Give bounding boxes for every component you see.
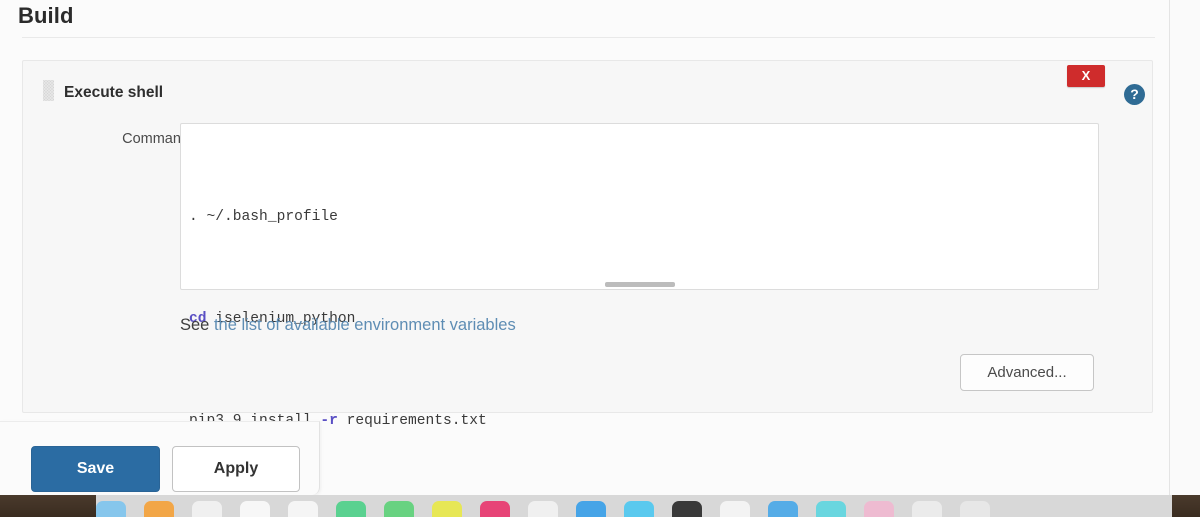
env-see-text: See: [180, 316, 214, 334]
dock-icon-6[interactable]: [384, 501, 414, 517]
delete-builder-button[interactable]: X: [1067, 65, 1105, 87]
save-button[interactable]: Save: [31, 446, 160, 492]
dock-icon-13[interactable]: [720, 501, 750, 517]
dock-icon-14[interactable]: [768, 501, 798, 517]
content-right-divider: [1169, 0, 1170, 495]
dock-icon-7[interactable]: [432, 501, 462, 517]
dock-icon-8[interactable]: [480, 501, 510, 517]
command-line-1-text: . ~/.bash_profile: [189, 209, 338, 225]
command-textarea[interactable]: . ~/.bash_profile cd iselenium_python pi…: [180, 123, 1099, 517]
execute-shell-panel: Execute shell X ? Command . ~/.bash_prof…: [22, 60, 1153, 517]
dock-icons[interactable]: [96, 501, 990, 517]
dock-icon-0[interactable]: [96, 501, 126, 517]
apply-button[interactable]: Apply: [172, 446, 300, 492]
dock-icon-15[interactable]: [816, 501, 846, 517]
macos-dock: [0, 495, 1200, 517]
jenkins-build-config-page: Build Execute shell X ? Command . ~/.bas…: [0, 0, 1200, 517]
advanced-button[interactable]: Advanced...: [960, 354, 1094, 391]
command-label: Command: [122, 131, 189, 147]
panel-header: Execute shell X ?: [23, 61, 1152, 109]
dock-icon-12[interactable]: [672, 501, 702, 517]
sticky-action-bar: Save Apply: [0, 421, 320, 495]
right-gutter: [1170, 0, 1200, 495]
page-title: Build: [18, 3, 74, 28]
dock-icon-9[interactable]: [528, 501, 558, 517]
dock-icon-2[interactable]: [192, 501, 222, 517]
dock-icon-18[interactable]: [960, 501, 990, 517]
drag-handle-icon[interactable]: [43, 80, 54, 101]
command-flag-r: -r: [320, 413, 338, 429]
help-icon[interactable]: ?: [1124, 84, 1145, 105]
command-line-3-rest: requirements.txt: [337, 413, 487, 429]
builder-title: Execute shell: [64, 84, 164, 101]
dock-icon-17[interactable]: [912, 501, 942, 517]
command-line-3: pip3.9 install -r requirements.txt: [189, 404, 1092, 438]
dock-left-edge: [0, 495, 96, 517]
dock-icon-3[interactable]: [240, 501, 270, 517]
dock-icon-5[interactable]: [336, 501, 366, 517]
dock-icon-1[interactable]: [144, 501, 174, 517]
dock-right-edge: [1172, 495, 1200, 517]
dock-icon-11[interactable]: [624, 501, 654, 517]
dock-icon-16[interactable]: [864, 501, 894, 517]
env-variables-line: See the list of available environment va…: [180, 316, 516, 335]
command-line-1: . ~/.bash_profile: [189, 200, 1092, 234]
dock-icon-4[interactable]: [288, 501, 318, 517]
env-variables-link[interactable]: the list of available environment variab…: [214, 316, 516, 334]
dock-icon-10[interactable]: [576, 501, 606, 517]
textarea-resize-grip[interactable]: [604, 282, 675, 287]
page-title-divider: [22, 37, 1155, 38]
